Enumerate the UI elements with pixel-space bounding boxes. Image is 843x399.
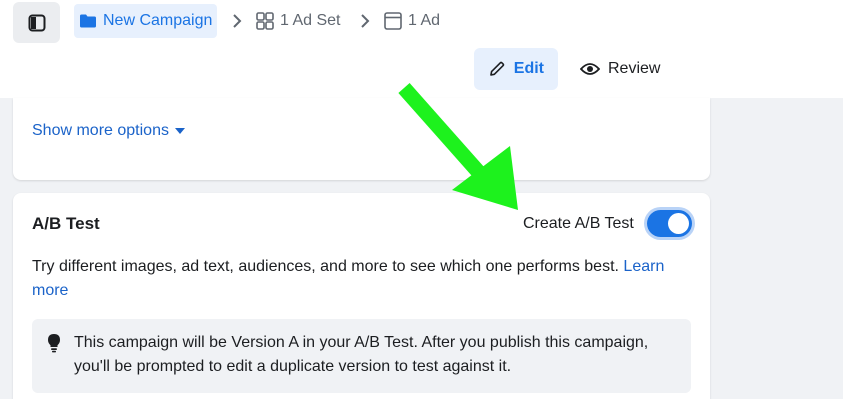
ab-test-title: A/B Test: [32, 214, 100, 233]
create-ab-test-label: Create A/B Test: [523, 215, 634, 232]
panel-toggle-button[interactable]: [13, 2, 60, 43]
breadcrumb-campaign[interactable]: New Campaign: [74, 4, 218, 38]
top-bar: New Campaign 1 Ad Set 1 Ad: [0, 0, 843, 46]
pencil-icon: [490, 61, 505, 76]
breadcrumb-ad-set[interactable]: 1 Ad Set: [256, 4, 341, 38]
caret-down-icon: [174, 128, 185, 134]
eye-icon: [580, 63, 600, 75]
create-ab-test-toggle[interactable]: [647, 210, 692, 237]
ab-test-card: A/B Test Create A/B Test Try different i…: [13, 193, 710, 399]
sidebar-toggle-icon: [28, 14, 45, 31]
review-label: Review: [608, 60, 661, 77]
lightbulb-icon: [48, 334, 60, 353]
chevron-right-icon: [361, 14, 370, 28]
review-button[interactable]: Review: [566, 48, 676, 90]
toggle-knob: [668, 213, 689, 234]
options-card: Show more options: [13, 98, 710, 180]
edit-label: Edit: [513, 60, 544, 77]
chevron-right-icon: [233, 14, 242, 28]
folder-icon: [80, 14, 96, 28]
show-more-options-link[interactable]: Show more options: [32, 122, 185, 140]
breadcrumb-ad[interactable]: 1 Ad: [384, 4, 440, 38]
ab-test-info-box: This campaign will be Version A in your …: [32, 319, 691, 393]
edit-button[interactable]: Edit: [474, 48, 558, 90]
breadcrumb-campaign-label: New Campaign: [103, 12, 213, 29]
show-more-options-label: Show more options: [32, 122, 169, 139]
breadcrumb-ad-label: 1 Ad: [408, 12, 441, 29]
ab-test-description: Try different images, ad text, audiences…: [32, 255, 692, 303]
ad-window-icon: [384, 12, 402, 30]
ab-test-info-text: This campaign will be Version A in your …: [74, 334, 649, 375]
ab-test-description-text: Try different images, ad text, audiences…: [32, 258, 619, 275]
grid-icon: [256, 12, 274, 30]
breadcrumb-ad-set-label: 1 Ad Set: [280, 12, 341, 29]
